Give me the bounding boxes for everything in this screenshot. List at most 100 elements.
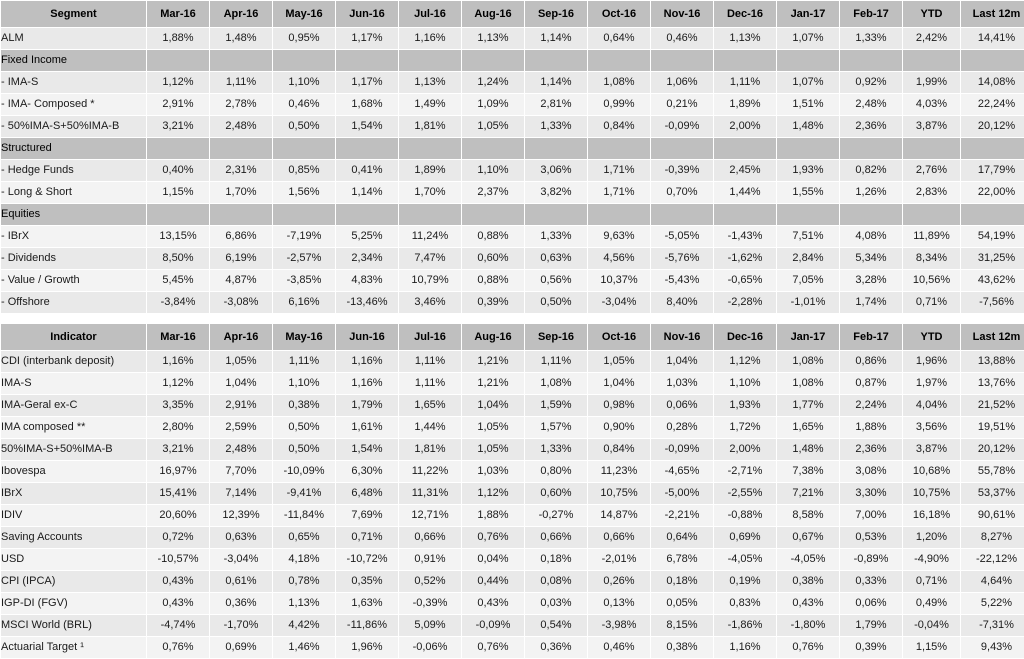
data-cell: 0,85%	[273, 160, 336, 182]
data-cell: 1,17%	[336, 72, 399, 94]
column-header-apr-16: Apr-16	[210, 1, 273, 28]
data-cell: 14,41%	[961, 28, 1024, 50]
column-header-dec-16: Dec-16	[714, 1, 777, 28]
data-cell: 0,46%	[588, 637, 651, 659]
data-cell: 0,46%	[273, 94, 336, 116]
data-cell: 1,72%	[714, 417, 777, 439]
data-cell: 1,88%	[840, 417, 903, 439]
data-cell	[147, 50, 210, 72]
data-cell: 7,38%	[777, 461, 840, 483]
table2-header: IndicatorMar-16Apr-16May-16Jun-16Jul-16A…	[1, 324, 1024, 351]
data-cell: 3,28%	[840, 270, 903, 292]
data-cell	[651, 138, 714, 160]
row-label: IBrX	[1, 483, 147, 505]
data-cell: 15,41%	[147, 483, 210, 505]
data-cell: 0,71%	[336, 527, 399, 549]
data-cell: 19,51%	[961, 417, 1024, 439]
data-cell	[840, 138, 903, 160]
data-cell: -2,57%	[273, 248, 336, 270]
data-cell: 1,33%	[525, 116, 588, 138]
column-header-last-12m: Last 12m	[961, 1, 1024, 28]
data-cell: 0,46%	[651, 28, 714, 50]
table2-body: CDI (interbank deposit)1,16%1,05%1,11%1,…	[1, 351, 1024, 659]
data-cell: 1,65%	[777, 417, 840, 439]
row-label: Ibovespa	[1, 461, 147, 483]
data-cell: 10,56%	[903, 270, 961, 292]
data-cell: 1,05%	[210, 351, 273, 373]
data-cell	[462, 50, 525, 72]
data-cell: 1,14%	[525, 72, 588, 94]
data-cell: -4,65%	[651, 461, 714, 483]
data-cell: 0,56%	[525, 270, 588, 292]
data-cell: 0,18%	[525, 549, 588, 571]
data-cell: 0,50%	[273, 116, 336, 138]
data-cell: 1,15%	[147, 182, 210, 204]
data-cell: 1,10%	[273, 72, 336, 94]
data-cell	[525, 50, 588, 72]
data-cell	[903, 204, 961, 226]
data-cell: -0,09%	[651, 439, 714, 461]
data-cell: -0,89%	[840, 549, 903, 571]
data-cell: 10,68%	[903, 461, 961, 483]
data-cell: 0,87%	[840, 373, 903, 395]
column-header-jan-17: Jan-17	[777, 1, 840, 28]
data-cell: 13,76%	[961, 373, 1024, 395]
data-cell: 1,05%	[588, 351, 651, 373]
data-cell	[336, 138, 399, 160]
data-cell: 1,65%	[399, 395, 462, 417]
data-cell: -2,01%	[588, 549, 651, 571]
data-cell: -0,09%	[462, 615, 525, 637]
table-row: CPI (IPCA)0,43%0,61%0,78%0,35%0,52%0,44%…	[1, 571, 1024, 593]
data-cell: 1,26%	[840, 182, 903, 204]
row-label: CPI (IPCA)	[1, 571, 147, 593]
row-label: IGP-DI (FGV)	[1, 593, 147, 615]
data-cell: 1,11%	[273, 351, 336, 373]
data-cell	[903, 50, 961, 72]
data-cell: 1,56%	[273, 182, 336, 204]
data-cell: 0,69%	[210, 637, 273, 659]
data-cell: 1,14%	[336, 182, 399, 204]
data-cell	[714, 50, 777, 72]
data-cell: 2,91%	[210, 395, 273, 417]
data-cell: 6,78%	[651, 549, 714, 571]
data-cell	[525, 138, 588, 160]
data-cell: 4,42%	[273, 615, 336, 637]
data-cell: 1,57%	[525, 417, 588, 439]
data-cell: 6,16%	[273, 292, 336, 314]
data-cell: 4,64%	[961, 571, 1024, 593]
data-cell: 0,82%	[840, 160, 903, 182]
data-cell: 2,00%	[714, 439, 777, 461]
data-cell: -0,04%	[903, 615, 961, 637]
table-row: - IMA- Composed *2,91%2,78%0,46%1,68%1,4…	[1, 94, 1024, 116]
data-cell: 1,54%	[336, 116, 399, 138]
data-cell: 2,42%	[903, 28, 961, 50]
table-row: Actuarial Target ¹0,76%0,69%1,46%1,96%-0…	[1, 637, 1024, 659]
data-cell: 0,43%	[147, 571, 210, 593]
row-label: - IMA-S	[1, 72, 147, 94]
data-cell	[147, 204, 210, 226]
data-cell: 1,16%	[147, 351, 210, 373]
data-cell: 2,80%	[147, 417, 210, 439]
data-cell: 1,08%	[777, 373, 840, 395]
data-cell: 10,37%	[588, 270, 651, 292]
data-cell: 0,80%	[525, 461, 588, 483]
data-cell: 1,12%	[462, 483, 525, 505]
data-cell: 1,79%	[336, 395, 399, 417]
data-cell: 0,60%	[525, 483, 588, 505]
data-cell: 2,83%	[903, 182, 961, 204]
data-cell: 7,21%	[777, 483, 840, 505]
data-cell: 0,39%	[462, 292, 525, 314]
data-cell: 0,86%	[840, 351, 903, 373]
data-cell	[462, 204, 525, 226]
data-cell: -3,08%	[210, 292, 273, 314]
data-cell: 0,76%	[777, 637, 840, 659]
data-cell: -9,41%	[273, 483, 336, 505]
data-cell: 0,66%	[588, 527, 651, 549]
performance-report-page: SegmentMar-16Apr-16May-16Jun-16Jul-16Aug…	[0, 0, 1024, 606]
data-cell: 3,87%	[903, 116, 961, 138]
column-header-indicator: Indicator	[1, 324, 147, 351]
data-cell: 1,89%	[714, 94, 777, 116]
table2-header-row: IndicatorMar-16Apr-16May-16Jun-16Jul-16A…	[1, 324, 1024, 351]
row-label: IMA-Geral ex-C	[1, 395, 147, 417]
data-cell: 0,19%	[714, 571, 777, 593]
